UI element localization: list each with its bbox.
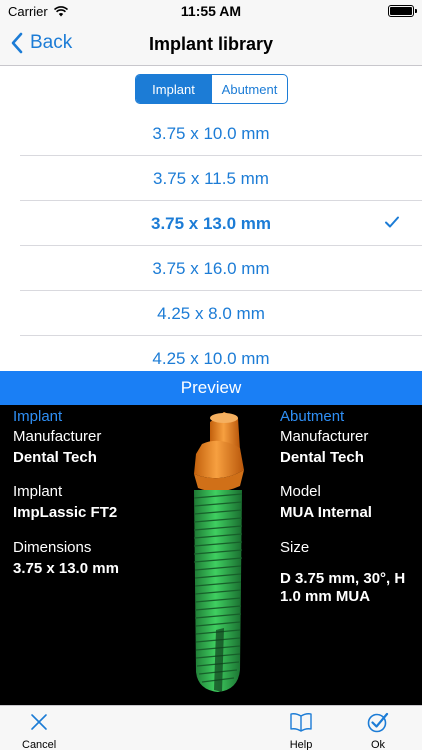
clock: 11:55 AM: [180, 3, 242, 19]
segment-area: Implant Abutment: [0, 67, 422, 111]
abutment-size-value-line1: D 3.75 mm, 30°, H: [280, 570, 406, 587]
implant-dimensions-label: Dimensions: [13, 539, 92, 556]
size-row[interactable]: 4.25 x 8.0 mm: [0, 291, 422, 336]
implant-name-label: Implant: [13, 483, 63, 500]
implant-3d-preview: [193, 412, 244, 692]
abutment-model-label: Model: [280, 483, 321, 500]
abutment-size-value-line2: 1.0 mm MUA: [280, 588, 371, 605]
size-row-selected[interactable]: 3.75 x 13.0 mm: [0, 201, 422, 246]
page-title: Implant library: [148, 34, 274, 54]
close-icon: [31, 714, 47, 730]
abutment-size-label: Size: [280, 539, 310, 556]
preview-header: Preview: [0, 371, 422, 405]
navigation-bar: Back Implant library: [0, 22, 422, 66]
abutment-manufacturer-label: Manufacturer: [280, 428, 369, 445]
size-row[interactable]: 3.75 x 16.0 mm: [0, 246, 422, 291]
size-row[interactable]: 4.25 x 10.0 mm: [0, 336, 422, 371]
segment-abutment[interactable]: Abutment: [211, 75, 287, 103]
implant-manufacturer-label: Manufacturer: [13, 428, 102, 445]
abutment-manufacturer-value: Dental Tech: [280, 449, 364, 466]
cancel-button[interactable]: Cancel: [22, 710, 56, 750]
size-list: 3.75 x 10.0 mm 3.75 x 11.5 mm 3.75 x 13.…: [0, 111, 422, 371]
help-label: Help: [289, 739, 313, 750]
abutment-model-value: MUA Internal: [280, 504, 372, 521]
implant-name-value: ImpLassic FT2: [13, 504, 118, 521]
implant-dimensions-value: 3.75 x 13.0 mm: [13, 560, 119, 577]
cancel-label: Cancel: [22, 739, 57, 750]
abutment-heading: Abutment: [280, 408, 345, 425]
ok-label: Ok: [370, 739, 386, 750]
checkmark-circle-icon: [367, 712, 389, 733]
book-icon: [290, 713, 312, 732]
segment-implant[interactable]: Implant: [136, 75, 211, 103]
size-row[interactable]: 3.75 x 11.5 mm: [0, 156, 422, 201]
preview-panel: Implant Manufacturer Dental Tech Implant…: [0, 405, 422, 705]
implant-manufacturer-value: Dental Tech: [13, 449, 97, 466]
size-row[interactable]: 3.75 x 10.0 mm: [0, 111, 422, 156]
type-segmented-control: Implant Abutment: [135, 74, 288, 104]
size-row-label: 3.75 x 13.0 mm: [150, 213, 272, 233]
status-bar: Carrier 11:55 AM: [0, 0, 422, 22]
bottom-toolbar: Cancel Help Ok: [0, 705, 422, 750]
ok-button[interactable]: Ok: [366, 710, 390, 750]
battery-icon: [388, 5, 417, 17]
help-button[interactable]: Help: [289, 710, 313, 750]
checkmark-icon: [385, 216, 399, 228]
implant-heading: Implant: [13, 408, 63, 425]
